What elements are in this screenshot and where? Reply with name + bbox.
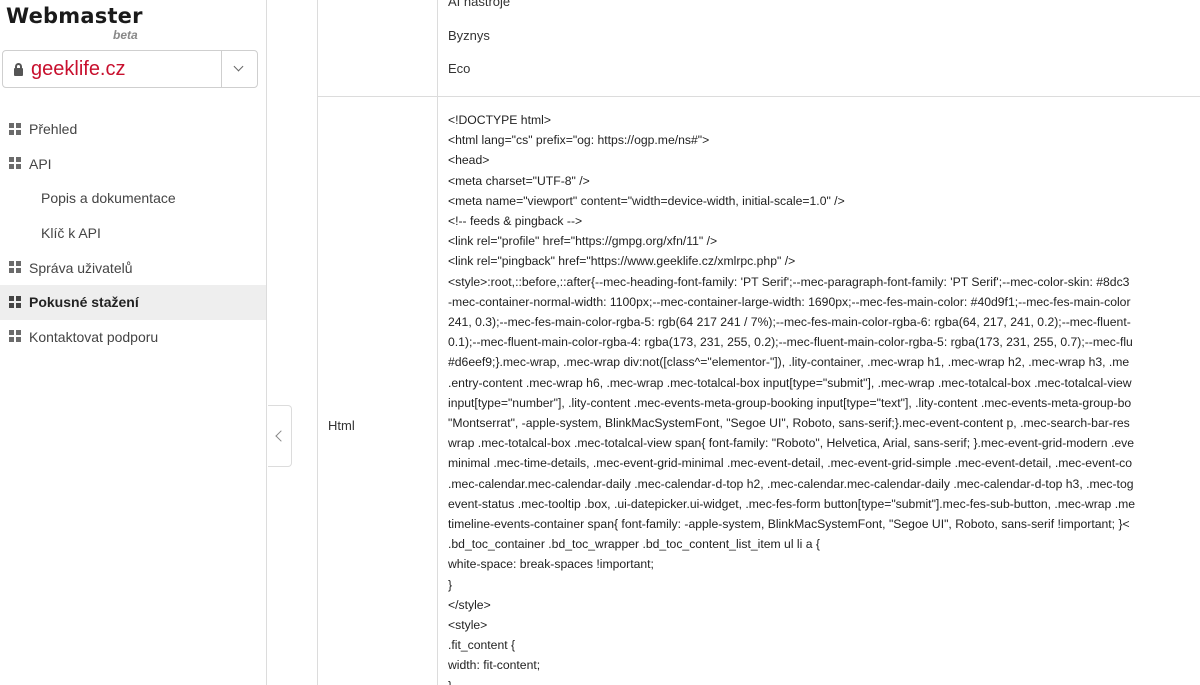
code-line: width: fit-content; xyxy=(448,658,541,673)
code-line: event-status .mec-tooltip .box, .ui-date… xyxy=(448,496,1136,511)
grid-icon xyxy=(9,295,22,309)
sidebar-item-4[interactable]: Správa uživatelů xyxy=(0,250,266,285)
sidebar-item-label: Správa uživatelů xyxy=(29,259,133,276)
code-line: 0.1);--mec-fluent-main-color-rgba-4: rgb… xyxy=(448,335,1133,350)
categories-list: AI nástroje Byznys Eco Finance xyxy=(448,0,1198,97)
code-line: <link rel="pingback" href="https://www.g… xyxy=(448,254,796,269)
sidebar-item-label: Popis a dokumentace xyxy=(41,190,176,207)
table-row-html: Html <!DOCTYPE html> <html lang="cs" pref… xyxy=(318,97,1200,685)
code-line: input[type="number"], .lity-content .mec… xyxy=(448,395,1132,410)
grid-icon xyxy=(9,157,22,170)
sidebar-item-1[interactable]: API xyxy=(0,147,266,182)
table-label-cell: Html xyxy=(318,97,438,685)
code-line: wrap .mec-totalcal-box .mec-totalcal-vie… xyxy=(448,436,1134,451)
code-line: <style>:root,::before,::after{--mec-head… xyxy=(448,274,1130,289)
sidebar-item-label: Přehled xyxy=(29,121,78,138)
collapse-sidebar-chevron-left-icon[interactable] xyxy=(268,405,292,467)
chevron-down-icon[interactable] xyxy=(222,51,257,87)
code-line: <link rel="profile" href="https://gmpg.o… xyxy=(448,234,718,249)
code-line: <style> xyxy=(448,618,488,633)
brand-beta-tag: beta xyxy=(113,28,138,42)
category-item: Finance xyxy=(448,86,1198,98)
grid-icon xyxy=(9,330,22,343)
sidebar-item-6[interactable]: Kontaktovat podporu xyxy=(0,320,266,355)
lock-icon xyxy=(14,62,23,76)
code-line: .mec-calendar.mec-calendar-daily .mec-ca… xyxy=(448,476,1134,491)
code-line: timeline-events-container span{ font-fam… xyxy=(448,517,1130,532)
code-line: "Montserrat", -apple-system, BlinkMacSys… xyxy=(448,416,1130,431)
code-line: -mec-container-normal-width: 1100px;--me… xyxy=(448,294,1131,309)
code-line: <html lang="cs" prefix="og: https://ogp.… xyxy=(448,133,710,148)
site-select[interactable]: geeklife.cz xyxy=(2,50,258,88)
sidebar-item-label: Kontaktovat podporu xyxy=(29,328,159,345)
table-label-cell xyxy=(318,0,438,96)
main-content: AI nástroje Byznys Eco Finance Html <!DOCTY… xyxy=(317,0,1200,685)
site-select-value: geeklife.cz xyxy=(31,57,126,80)
sidebar-nav: Přehled API Popis a dokumentace Klíč k API S… xyxy=(0,112,266,354)
grid-icon xyxy=(9,261,22,274)
code-line: 241, 0.3);--mec-fes-main-color-rgba-5: r… xyxy=(448,315,1131,330)
brand-name: Webmaster xyxy=(6,4,143,28)
code-line: <!-- feeds & pingback --> xyxy=(448,214,583,229)
brand-logo[interactable]: Webmaster beta xyxy=(6,4,143,42)
code-line: <meta charset="UTF-8" /> xyxy=(448,173,590,188)
code-line: } xyxy=(448,676,1200,685)
code-line: <!DOCTYPE html> xyxy=(448,113,551,127)
category-item: Byznys xyxy=(448,27,490,43)
code-line: .fit_content { xyxy=(448,638,516,653)
sidebar-item-label: API xyxy=(29,155,52,172)
category-item: AI nástroje xyxy=(448,0,511,9)
code-line: } xyxy=(448,577,453,592)
sidebar-item-5[interactable]: Pokusné stažení xyxy=(0,284,266,320)
code-line: white-space: break-spaces !important; xyxy=(448,557,654,572)
sidebar-item-3[interactable]: Klíč k API xyxy=(0,216,266,251)
code-line: #d6eef9;}.mec-wrap, .mec-wrap div:not([c… xyxy=(448,355,1130,370)
code-line: .entry-content .mec-wrap h6, .mec-wrap .… xyxy=(448,375,1132,390)
table-row-categories: AI nástroje Byznys Eco Finance xyxy=(318,0,1200,97)
code-line: minimal .mec-time-details, .mec-event-gr… xyxy=(448,456,1133,471)
code-line: <head> xyxy=(448,153,490,168)
sidebar-item-label: Pokusné stažení xyxy=(29,294,139,311)
html-row-label: Html xyxy=(328,418,355,433)
code-line: .bd_toc_container .bd_toc_wrapper .bd_to… xyxy=(448,537,820,552)
grid-icon xyxy=(9,122,22,136)
code-line: <meta name="viewport" content="width=dev… xyxy=(448,193,845,208)
code-line: </style> xyxy=(448,597,491,612)
sidebar: Webmaster beta geeklife.cz Přehled API Pop… xyxy=(0,0,267,685)
category-item: Eco xyxy=(448,61,471,76)
sidebar-item-label: Klíč k API xyxy=(41,225,101,242)
sidebar-item-2[interactable]: Popis a dokumentace xyxy=(0,181,266,216)
sidebar-item-0[interactable]: Přehled xyxy=(0,112,266,147)
html-source-code: <!DOCTYPE html> <html lang="cs" prefix="o… xyxy=(448,110,1200,685)
